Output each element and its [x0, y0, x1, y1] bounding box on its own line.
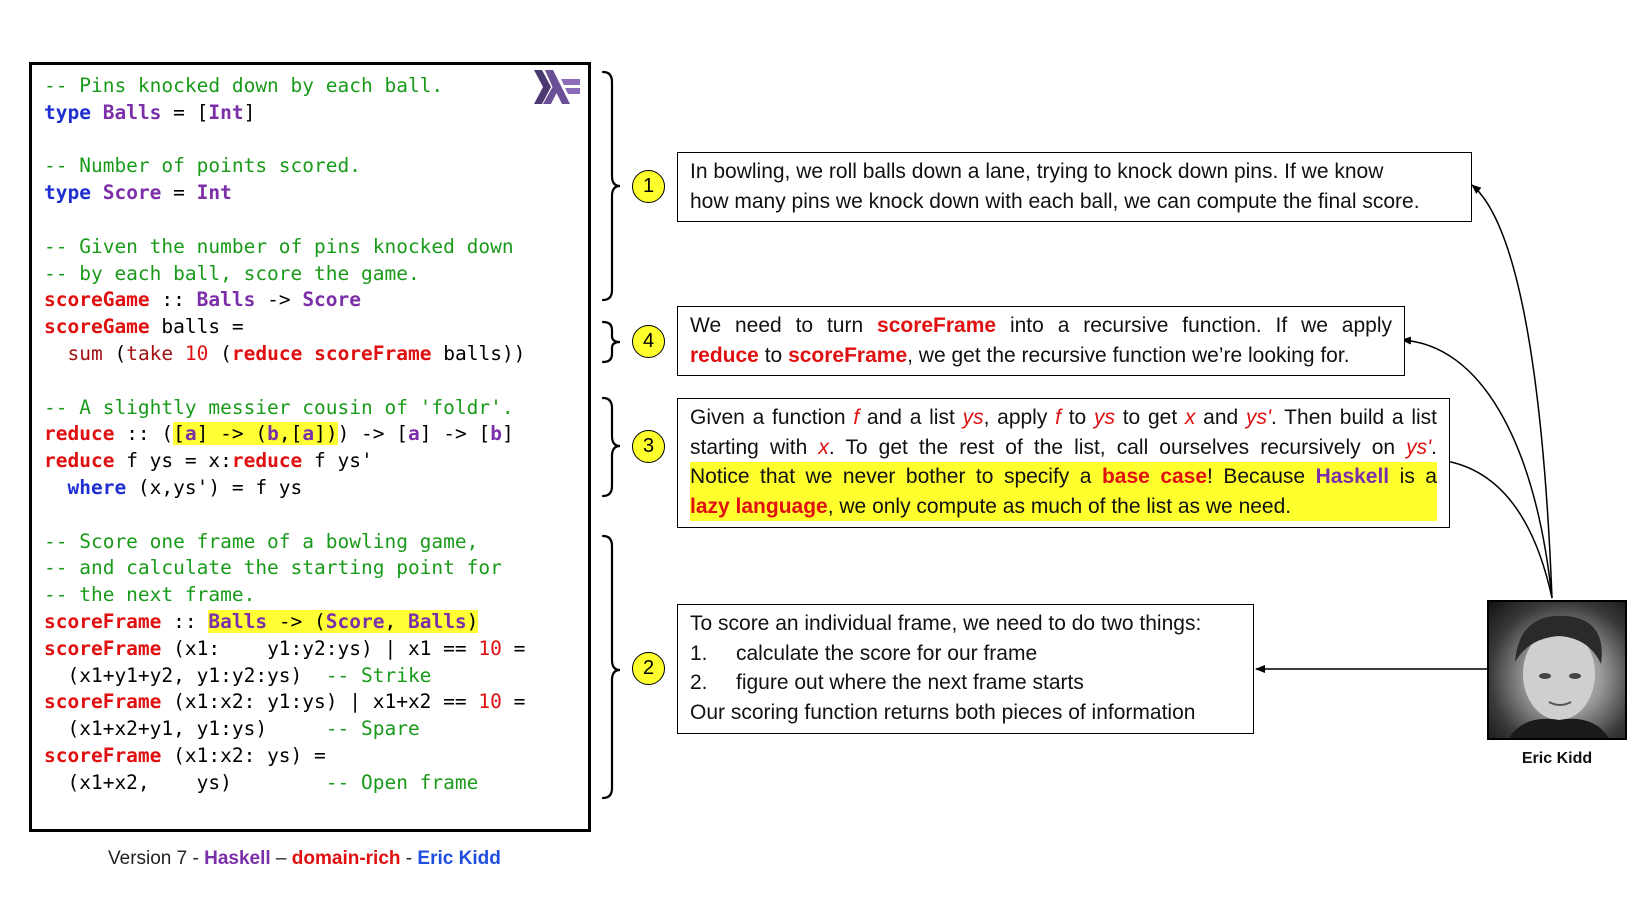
arrow-to-note1 — [1471, 184, 1553, 599]
note-3-line: Notice that we never bother to specify a… — [690, 465, 1437, 488]
note-2-item-text: figure out where the next frame starts — [736, 671, 1084, 694]
note-2-line: Our scoring function returns both pieces… — [690, 700, 1196, 724]
note-1: In bowling, we roll balls down a lane, t… — [677, 152, 1472, 222]
note-1-line: In bowling, we roll balls down a lane, t… — [690, 160, 1384, 183]
callout-3: 3 — [632, 430, 665, 463]
note-4-line: We need to turn scoreFrame into a recurs… — [690, 314, 1393, 337]
note-2-item-number: 1. — [690, 641, 708, 665]
bracket-2 — [601, 534, 621, 800]
note-3-line: starting with x. To get the rest of the … — [690, 435, 1437, 459]
note-4-line: reduce to scoreFrame, we get the recursi… — [690, 343, 1350, 367]
callout-4: 4 — [632, 325, 665, 358]
callout-1: 1 — [632, 170, 665, 203]
note-2-item: 2. figure out where the next frame starts — [690, 668, 1241, 698]
arrow-to-note3 — [1439, 457, 1553, 599]
note-2: To score an individual frame, we need to… — [677, 604, 1254, 734]
note-2-item-number: 2. — [690, 671, 708, 694]
author-photo — [1487, 600, 1627, 740]
note-1-line: how many pins we knock down with each ba… — [690, 189, 1420, 213]
note-3: Given a function f and a list ys, apply … — [677, 398, 1450, 528]
note-3-line: Given a function f and a list ys, apply … — [690, 406, 1438, 429]
callout-2: 2 — [632, 652, 665, 685]
photo-caption: Eric Kidd — [1521, 750, 1593, 767]
note-4: We need to turn scoreFrame into a recurs… — [677, 306, 1405, 376]
note-2-item: 1. calculate the score for our frame — [690, 639, 1241, 669]
note-3-highlight: Notice that we never bother to specify a… — [690, 462, 1437, 521]
bracket-4 — [601, 320, 621, 364]
bracket-1 — [601, 70, 621, 302]
note-2-item-text: calculate the score for our frame — [736, 641, 1038, 665]
note-2-line: To score an individual frame, we need to… — [690, 612, 1202, 635]
bracket-3 — [601, 396, 621, 498]
note-3-line: lazy language, we only compute as much o… — [690, 494, 1292, 518]
